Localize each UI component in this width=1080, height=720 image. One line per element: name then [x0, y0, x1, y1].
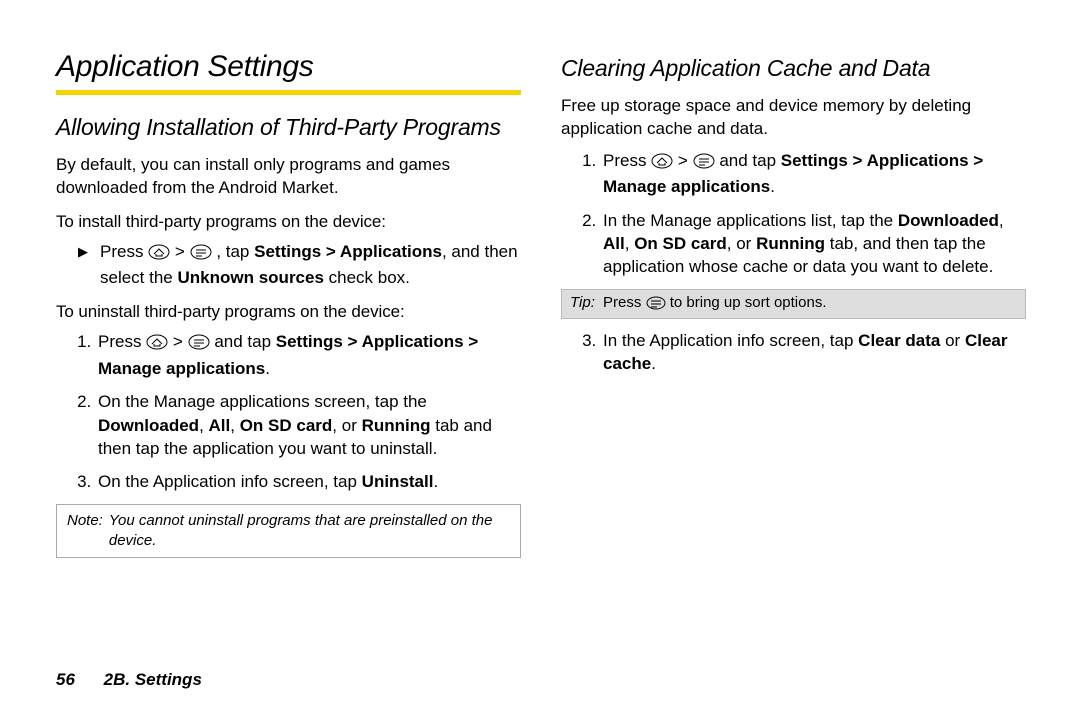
path-separator: > [173, 332, 188, 351]
text: , or [332, 416, 361, 435]
tab-name: On SD card [634, 234, 727, 253]
text: to bring up sort options. [670, 294, 827, 311]
step-3: On the Application info screen, tap Unin… [96, 470, 521, 493]
text: . [265, 359, 270, 378]
bold-label: Unknown sources [178, 268, 324, 287]
text: Press [603, 151, 651, 170]
text: check box. [324, 268, 410, 287]
text: Press [603, 294, 646, 311]
intro-paragraph: Free up storage space and device memory … [561, 95, 1026, 141]
text: . [433, 472, 438, 491]
menu-key-icon [190, 243, 212, 267]
text: , [999, 211, 1004, 230]
text: and tap [214, 332, 275, 351]
action-name: Uninstall [362, 472, 434, 491]
page-number: 56 [56, 670, 75, 689]
text: Press [98, 332, 146, 351]
install-bullet: ▶ Press > , tap Settings > Applications,… [78, 240, 521, 291]
text: On the Manage applications screen, tap t… [98, 392, 427, 411]
left-column: Application Settings Allowing Installati… [56, 50, 521, 562]
clear-steps-cont: In the Application info screen, tap Clea… [561, 329, 1026, 376]
subsection-clear-cache: Clearing Application Cache and Data [561, 54, 1026, 83]
clear-steps: Press > and tap Settings > Applications … [561, 149, 1026, 279]
text: Press [100, 242, 148, 261]
accent-underline [56, 90, 521, 95]
menu-key-icon [188, 333, 210, 356]
text: or [940, 331, 965, 350]
text: , or [727, 234, 756, 253]
triangle-bullet-icon: ▶ [78, 240, 88, 291]
uninstall-lead: To uninstall third-party programs on the… [56, 302, 521, 322]
install-lead: To install third-party programs on the d… [56, 212, 521, 232]
note-label: Note: [67, 511, 103, 552]
action-name: Clear data [858, 331, 940, 350]
tab-name: Downloaded [898, 211, 999, 230]
step-3: In the Application info screen, tap Clea… [601, 329, 1026, 376]
tip-label: Tip: [570, 294, 595, 311]
step-1: Press > and tap Settings > Applications … [601, 149, 1026, 199]
home-key-icon [146, 333, 168, 356]
right-column: Clearing Application Cache and Data Free… [561, 50, 1026, 562]
text: In the Manage applications list, tap the [603, 211, 898, 230]
home-key-icon [651, 152, 673, 175]
subsection-allow-thirdparty: Allowing Installation of Third-Party Pro… [56, 113, 521, 142]
intro-paragraph: By default, you can install only program… [56, 154, 521, 200]
page-footer: 56 2B. Settings [56, 670, 202, 690]
home-key-icon [148, 243, 170, 267]
text: , [625, 234, 634, 253]
text: and tap [719, 151, 780, 170]
text: , [199, 416, 208, 435]
text: In the Application info screen, tap [603, 331, 858, 350]
tab-name: All [603, 234, 625, 253]
path-separator: > [678, 151, 693, 170]
step-2: On the Manage applications screen, tap t… [96, 390, 521, 460]
page-title: Application Settings [56, 50, 521, 84]
tab-name: Running [756, 234, 825, 253]
text: On the Application info screen, tap [98, 472, 362, 491]
tab-name: All [209, 416, 231, 435]
uninstall-steps: Press > and tap Settings > Applications … [56, 330, 521, 494]
path-separator: > [175, 242, 190, 261]
tab-name: Downloaded [98, 416, 199, 435]
text: . [770, 177, 775, 196]
tip-callout: Tip: Press to bring up sort options. [561, 289, 1026, 319]
step-2: In the Manage applications list, tap the… [601, 209, 1026, 279]
text: , tap [216, 242, 254, 261]
note-body: You cannot uninstall programs that are p… [109, 511, 510, 552]
note-callout: Note: You cannot uninstall programs that… [56, 504, 521, 559]
menu-key-icon [693, 152, 715, 175]
menu-key-icon [646, 296, 666, 314]
step-1: Press > and tap Settings > Applications … [96, 330, 521, 380]
text: . [651, 354, 656, 373]
tab-name: Running [362, 416, 431, 435]
tab-name: On SD card [240, 416, 333, 435]
text: , [230, 416, 239, 435]
section-name: 2B. Settings [104, 670, 202, 689]
settings-path: Settings > Applications [254, 242, 442, 261]
